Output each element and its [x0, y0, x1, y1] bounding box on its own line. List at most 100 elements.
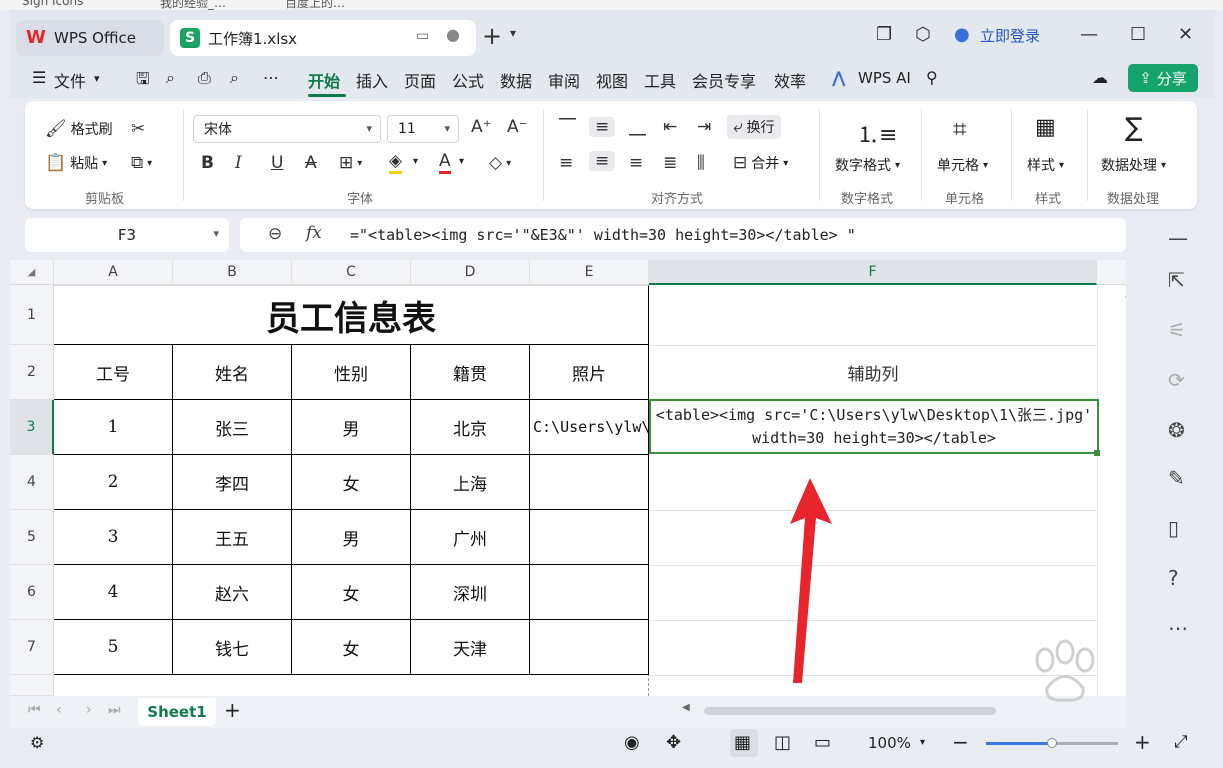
fullscreen-icon[interactable]: ⤢: [1174, 732, 1188, 752]
sheet-tab-sheet1[interactable]: Sheet1: [138, 698, 216, 726]
export-icon[interactable]: ⌕: [166, 68, 175, 88]
user-avatar-icon[interactable]: ●: [954, 24, 970, 45]
column-header-c[interactable]: C: [292, 260, 411, 285]
table-cell[interactable]: 李四: [173, 455, 292, 510]
print-icon[interactable]: ⎙: [198, 68, 211, 88]
maximize-button[interactable]: ☐: [1130, 24, 1146, 45]
pointer-icon[interactable]: ⇱: [1168, 268, 1185, 292]
align-left-icon[interactable]: ≡: [559, 153, 573, 173]
merge-button[interactable]: ⊟ 合并 ▾: [733, 153, 788, 173]
table-cell[interactable]: 张三: [173, 400, 292, 455]
formula-bar[interactable]: ⊖ fx ="<table><img src='"&E3&"' width=30…: [240, 218, 1126, 252]
title-cell[interactable]: 员工信息表: [54, 285, 649, 345]
formula-input[interactable]: ="<table><img src='"&E3&"' width=30 heig…: [350, 226, 856, 244]
table-cell[interactable]: 女: [292, 565, 411, 620]
table-cell[interactable]: [530, 510, 649, 565]
data-processing-button[interactable]: 数据处理 ▾: [1101, 155, 1166, 175]
align-center-icon[interactable]: ≡: [589, 151, 616, 171]
header-cell-photo[interactable]: 照片: [530, 345, 649, 400]
focus-mode-icon[interactable]: ✥: [666, 732, 681, 753]
menu-page[interactable]: 页面: [404, 68, 436, 92]
bold-icon[interactable]: B: [201, 153, 214, 173]
zoom-chevron-down-icon[interactable]: ▾: [920, 737, 925, 748]
wrap-text-button[interactable]: ⤶ 换行: [727, 115, 781, 139]
decrease-indent-icon[interactable]: ⇤: [663, 117, 677, 137]
active-cell-f3[interactable]: <table><img src='C:\Users\ylw\Desktop\1\…: [649, 399, 1099, 454]
header-cell-helper[interactable]: 辅助列: [649, 345, 1097, 400]
function-icon[interactable]: fx: [306, 223, 322, 243]
decrease-font-icon[interactable]: A⁻: [507, 117, 528, 137]
menu-wps-ai[interactable]: WPS AI: [858, 69, 911, 87]
print-preview-icon[interactable]: ⌕: [230, 68, 239, 88]
menu-tools[interactable]: 工具: [644, 68, 676, 92]
number-format-icon[interactable]: ⒈≡: [857, 117, 897, 149]
table-cell[interactable]: 上海: [411, 455, 530, 510]
page-break-view-icon[interactable]: ◫: [774, 732, 791, 753]
login-link[interactable]: 立即登录: [980, 25, 1040, 46]
row-header-2[interactable]: 2: [10, 345, 54, 400]
table-cell[interactable]: 1: [54, 400, 173, 455]
column-header-a[interactable]: A: [54, 260, 173, 285]
style-button[interactable]: 样式 ▾: [1027, 155, 1064, 175]
header-cell-name[interactable]: 姓名: [173, 345, 292, 400]
increase-font-icon[interactable]: A⁺: [471, 117, 492, 137]
bookmark-sign-icons[interactable]: Sign Icons: [22, 0, 83, 8]
row-header-4[interactable]: 4: [10, 455, 54, 510]
macro-icon[interactable]: ⚙: [30, 733, 44, 752]
table-cell[interactable]: 男: [292, 400, 411, 455]
zoom-slider[interactable]: [986, 738, 1118, 748]
row-header-1[interactable]: 1: [10, 285, 54, 345]
font-name-select[interactable]: 宋体 ▾: [193, 115, 381, 143]
align-right-icon[interactable]: ≡: [629, 153, 643, 173]
header-cell-id[interactable]: 工号: [54, 345, 173, 400]
scroll-left-icon[interactable]: ◀: [682, 702, 690, 713]
refresh-icon[interactable]: ⟳: [1168, 368, 1185, 392]
name-box[interactable]: F3 ▾: [25, 218, 229, 252]
window-stack-icon[interactable]: ❐: [876, 24, 892, 45]
align-middle-icon[interactable]: ≡: [589, 117, 616, 137]
table-cell[interactable]: 2: [54, 455, 173, 510]
border-icon[interactable]: ⊞ ▾: [339, 153, 362, 173]
table-cell[interactable]: 3: [54, 510, 173, 565]
copy-button[interactable]: ⧉ ▾: [131, 153, 152, 173]
eye-protection-icon[interactable]: ◉: [624, 732, 640, 753]
share-button[interactable]: ⇪ 分享: [1128, 64, 1198, 92]
zoom-level[interactable]: 100%: [868, 734, 911, 752]
row-header-8[interactable]: [10, 675, 54, 696]
tools-icon[interactable]: ✎: [1168, 466, 1185, 490]
adjust-icon[interactable]: ⚟: [1168, 318, 1186, 342]
number-format-button[interactable]: 数字格式 ▾: [835, 155, 900, 175]
menu-efficiency[interactable]: 效率: [774, 68, 806, 92]
table-cell[interactable]: 5: [54, 620, 173, 675]
sigma-icon[interactable]: ∑: [1125, 113, 1143, 143]
table-cell[interactable]: 天津: [411, 620, 530, 675]
menu-home[interactable]: 开始: [308, 68, 340, 92]
increase-indent-icon[interactable]: ⇥: [697, 117, 711, 137]
chevron-down-icon[interactable]: ▾: [413, 156, 418, 167]
table-cell[interactable]: 王五: [173, 510, 292, 565]
book-icon[interactable]: ▯: [1168, 516, 1179, 540]
row-header-3[interactable]: 3: [10, 400, 54, 455]
add-sheet-button[interactable]: +: [224, 698, 241, 722]
format-painter-button[interactable]: 🖌 格式刷: [45, 119, 113, 139]
scroll-up-icon[interactable]: ▲: [1125, 288, 1126, 299]
menu-membership[interactable]: 会员专享: [692, 68, 756, 92]
tab-wps-office[interactable]: W WPS Office: [16, 20, 164, 56]
next-sheet-icon[interactable]: ›: [86, 702, 92, 718]
page-layout-view-icon[interactable]: ▭: [814, 732, 831, 753]
table-cell[interactable]: 男: [292, 510, 411, 565]
table-cell[interactable]: 深圳: [411, 565, 530, 620]
prev-sheet-icon[interactable]: ‹: [56, 702, 62, 718]
save-icon[interactable]: 🖫: [136, 68, 150, 95]
chevron-down-icon[interactable]: ▾: [459, 156, 464, 167]
style-icon[interactable]: ▦: [1035, 115, 1056, 140]
paste-button[interactable]: 📋 粘贴 ▾: [45, 153, 107, 173]
strikethrough-icon[interactable]: A: [305, 153, 317, 173]
select-all-corner[interactable]: ◢: [10, 260, 54, 285]
font-size-select[interactable]: 11 ▾: [387, 115, 459, 143]
table-cell[interactable]: [530, 620, 649, 675]
hamburger-icon[interactable]: ☰: [32, 68, 46, 87]
monitor-icon[interactable]: ▭: [416, 28, 429, 44]
font-color-icon[interactable]: A: [439, 151, 451, 174]
chat-icon[interactable]: ☁: [1092, 68, 1108, 87]
